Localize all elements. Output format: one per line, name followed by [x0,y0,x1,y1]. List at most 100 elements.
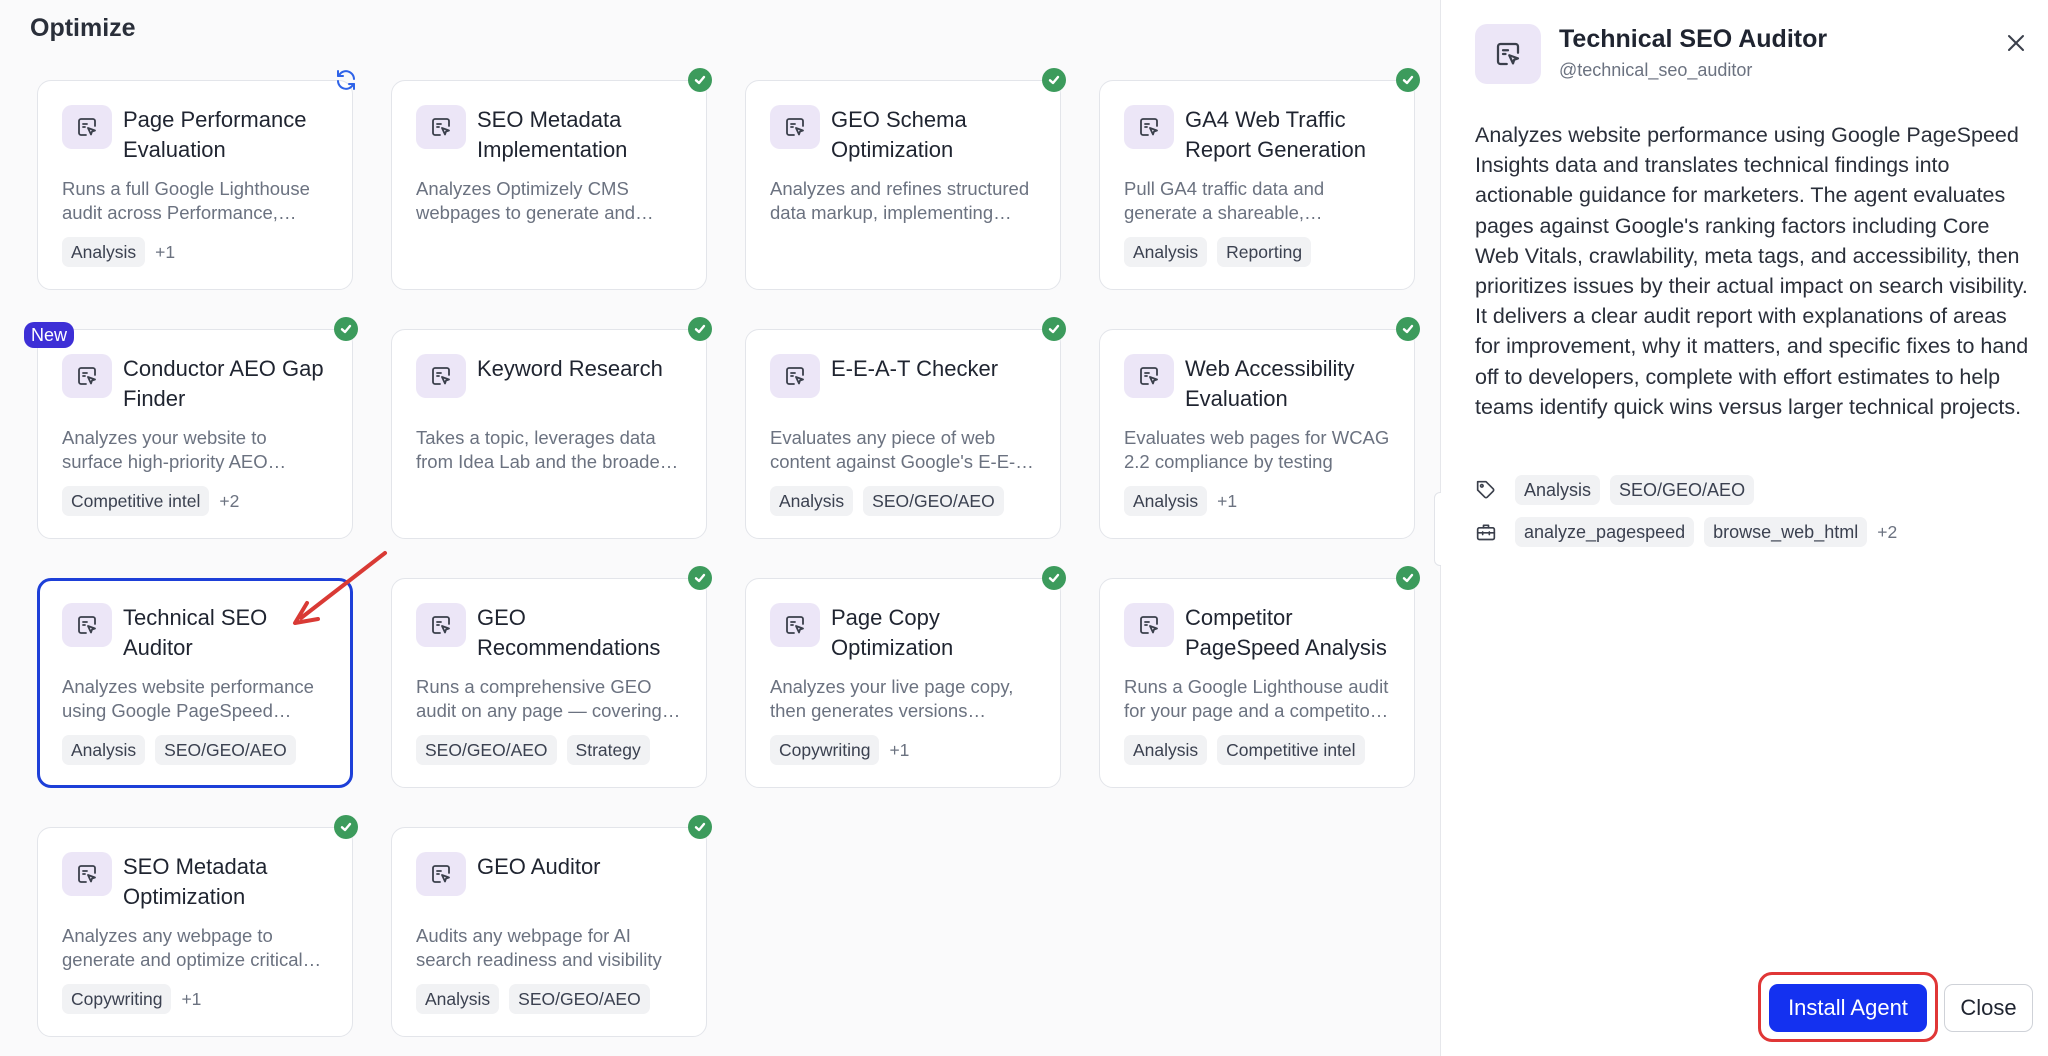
check-icon [688,68,712,92]
check-icon [1396,68,1420,92]
agent-card[interactable]: Conductor AEO Gap Finder Analyzes your we… [37,329,353,539]
close-button[interactable]: Close [1944,984,2033,1032]
agent-card-title: Page Performance Evaluation [123,107,307,162]
agent-icon [416,603,466,647]
check-icon [334,815,358,839]
annotation-arrow [293,551,387,625]
agent-card[interactable]: Page Copy Optimization Analyzes your live… [745,578,1061,788]
refresh-icon[interactable] [333,67,359,93]
agent-tag: SEO/GEO/AEO [155,735,296,765]
agent-card[interactable]: GEO Schema Optimization Analyzes and refi… [745,80,1061,290]
tag-icon [1475,479,1497,501]
agent-icon [416,852,466,896]
agent-card-description: Audits any webpage for AI search readine… [416,925,662,970]
agent-card-tags: Analysis SEO/GEO/AEO [770,486,1004,516]
agent-icon [1124,603,1174,647]
agent-tag: Reporting [1217,237,1312,267]
detail-tags-row: Analysis SEO/GEO/AEO [1475,475,1755,505]
agent-tag: Analysis [770,486,854,516]
agent-card-title: SEO Metadata Implementation [477,107,628,162]
agent-tag: Strategy [566,735,650,765]
check-icon [688,566,712,590]
agent-tag: Copywriting [770,735,880,765]
agent-card-description: Analyzes Optimizely CMS webpages to gene… [416,178,636,223]
agent-card[interactable]: GEO Auditor Audits any webpage for AI sea… [391,827,707,1037]
agent-card[interactable]: SEO Metadata Optimization Analyzes any we… [37,827,353,1037]
agent-icon [770,603,820,647]
agent-card-title: Keyword Research [477,356,663,381]
agent-icon [1124,105,1174,149]
agent-card-description: Analyzes and refines structured data mar… [770,178,1030,223]
agent-tag: SEO/GEO/AEO [416,735,557,765]
agent-card[interactable]: GEO Recommendations Runs a comprehensive … [391,578,707,788]
agent-icon [770,105,820,149]
agent-tag: Competitive intel [62,486,210,516]
agent-icon [62,105,112,149]
agents-catalog-pane: Optimize Page Performance Evaluation Runs… [0,0,1440,1056]
new-badge: New [24,322,75,348]
check-icon [1042,566,1066,590]
agent-card-description: Runs a Google Lighthouse audit for your … [1124,676,1389,721]
check-icon [1042,317,1066,341]
check-icon [1396,566,1420,590]
agent-card-description: Runs a comprehensive GEO audit on any pa… [416,676,662,721]
agent-tag: Analysis [1124,735,1208,765]
agent-card-title: GEO Auditor [477,854,601,879]
detail-description: Analyzes website performance using Googl… [1475,123,2029,419]
agent-card-tags: Analysis +1 [62,237,175,267]
agent-card-title: GEO Schema Optimization [831,107,967,162]
agent-card[interactable]: Page Performance Evaluation Runs a full G… [37,80,353,290]
agent-icon [1475,24,1541,84]
agent-card-tags: Copywriting +1 [770,735,909,765]
agent-icon [62,354,112,398]
agent-card[interactable]: E-E-A-T Checker Evaluates any piece of we… [745,329,1061,539]
agent-card[interactable]: Web Accessibility Evaluation Evaluates we… [1099,329,1415,539]
agent-icon [62,603,112,647]
agent-card-description: Evaluates any piece of web content again… [770,427,1034,472]
agent-card-description: Analyzes any webpage to generate and opt… [62,925,303,970]
agent-tag: Analysis [416,984,500,1014]
detail-title: Technical SEO Auditor [1559,25,1828,53]
agent-card[interactable]: SEO Metadata Implementation Analyzes Opti… [391,80,707,290]
agent-card[interactable]: Competitor PageSpeed Analysis Runs a Goog… [1099,578,1415,788]
agent-card-description: Runs a full Google Lighthouse audit acro… [62,178,310,223]
agent-tag: Analysis [62,237,146,267]
agent-card-tags: Analysis +1 [1124,486,1237,516]
detail-tag: SEO/GEO/AEO [1610,475,1755,505]
close-icon[interactable] [2001,28,2031,58]
agent-tag-more: +1 [889,739,910,760]
toolbox-icon [1475,521,1497,543]
agent-card-tags: Analysis Competitive intel [1124,735,1365,765]
agent-tag-more: +1 [155,241,176,262]
agent-icon [770,354,820,398]
agent-tag-more: +1 [181,988,202,1009]
agent-tag: Analysis [1124,486,1208,516]
agent-card-title: Competitor PageSpeed Analysis [1185,605,1387,660]
agent-tag: SEO/GEO/AEO [863,486,1004,516]
agent-card-tags: Copywriting +1 [62,984,201,1014]
detail-tools-row: analyze_pagespeed browse_web_html +2 [1475,517,1897,547]
agent-card-title: GA4 Web Traffic Report Generation [1185,107,1366,162]
agent-icon [1124,354,1174,398]
agent-card-description: Analyzes your live page copy, then gener… [770,676,1014,721]
check-icon [688,317,712,341]
agent-card[interactable]: GA4 Web Traffic Report Generation Pull GA… [1099,80,1415,290]
agent-tag: Copywriting [62,984,172,1014]
agent-icon [416,105,466,149]
agent-card-description: Analyzes your website to surface high-pr… [62,427,268,472]
agent-card-title: SEO Metadata Optimization [123,854,268,909]
agent-tag: SEO/GEO/AEO [509,984,650,1014]
detail-tool: analyze_pagespeed [1515,517,1695,547]
section-title: Optimize [30,14,136,42]
agent-tag: Analysis [1124,237,1208,267]
agent-card-tags: Analysis SEO/GEO/AEO [62,735,296,765]
agent-card[interactable]: Keyword Research Takes a topic, leverages… [391,329,707,539]
agent-card-title: Web Accessibility Evaluation [1185,356,1355,411]
agent-card-title: Conductor AEO Gap Finder [123,356,324,411]
agent-card-description: Pull GA4 traffic data and generate a sha… [1124,178,1325,223]
agent-icon [416,354,466,398]
install-agent-button[interactable]: Install Agent [1769,984,1927,1032]
agent-card-tags: Analysis Reporting [1124,237,1312,267]
agent-card-title: Page Copy Optimization [831,605,954,660]
agent-card-description: Evaluates web pages for WCAG 2.2 complia… [1124,427,1390,472]
